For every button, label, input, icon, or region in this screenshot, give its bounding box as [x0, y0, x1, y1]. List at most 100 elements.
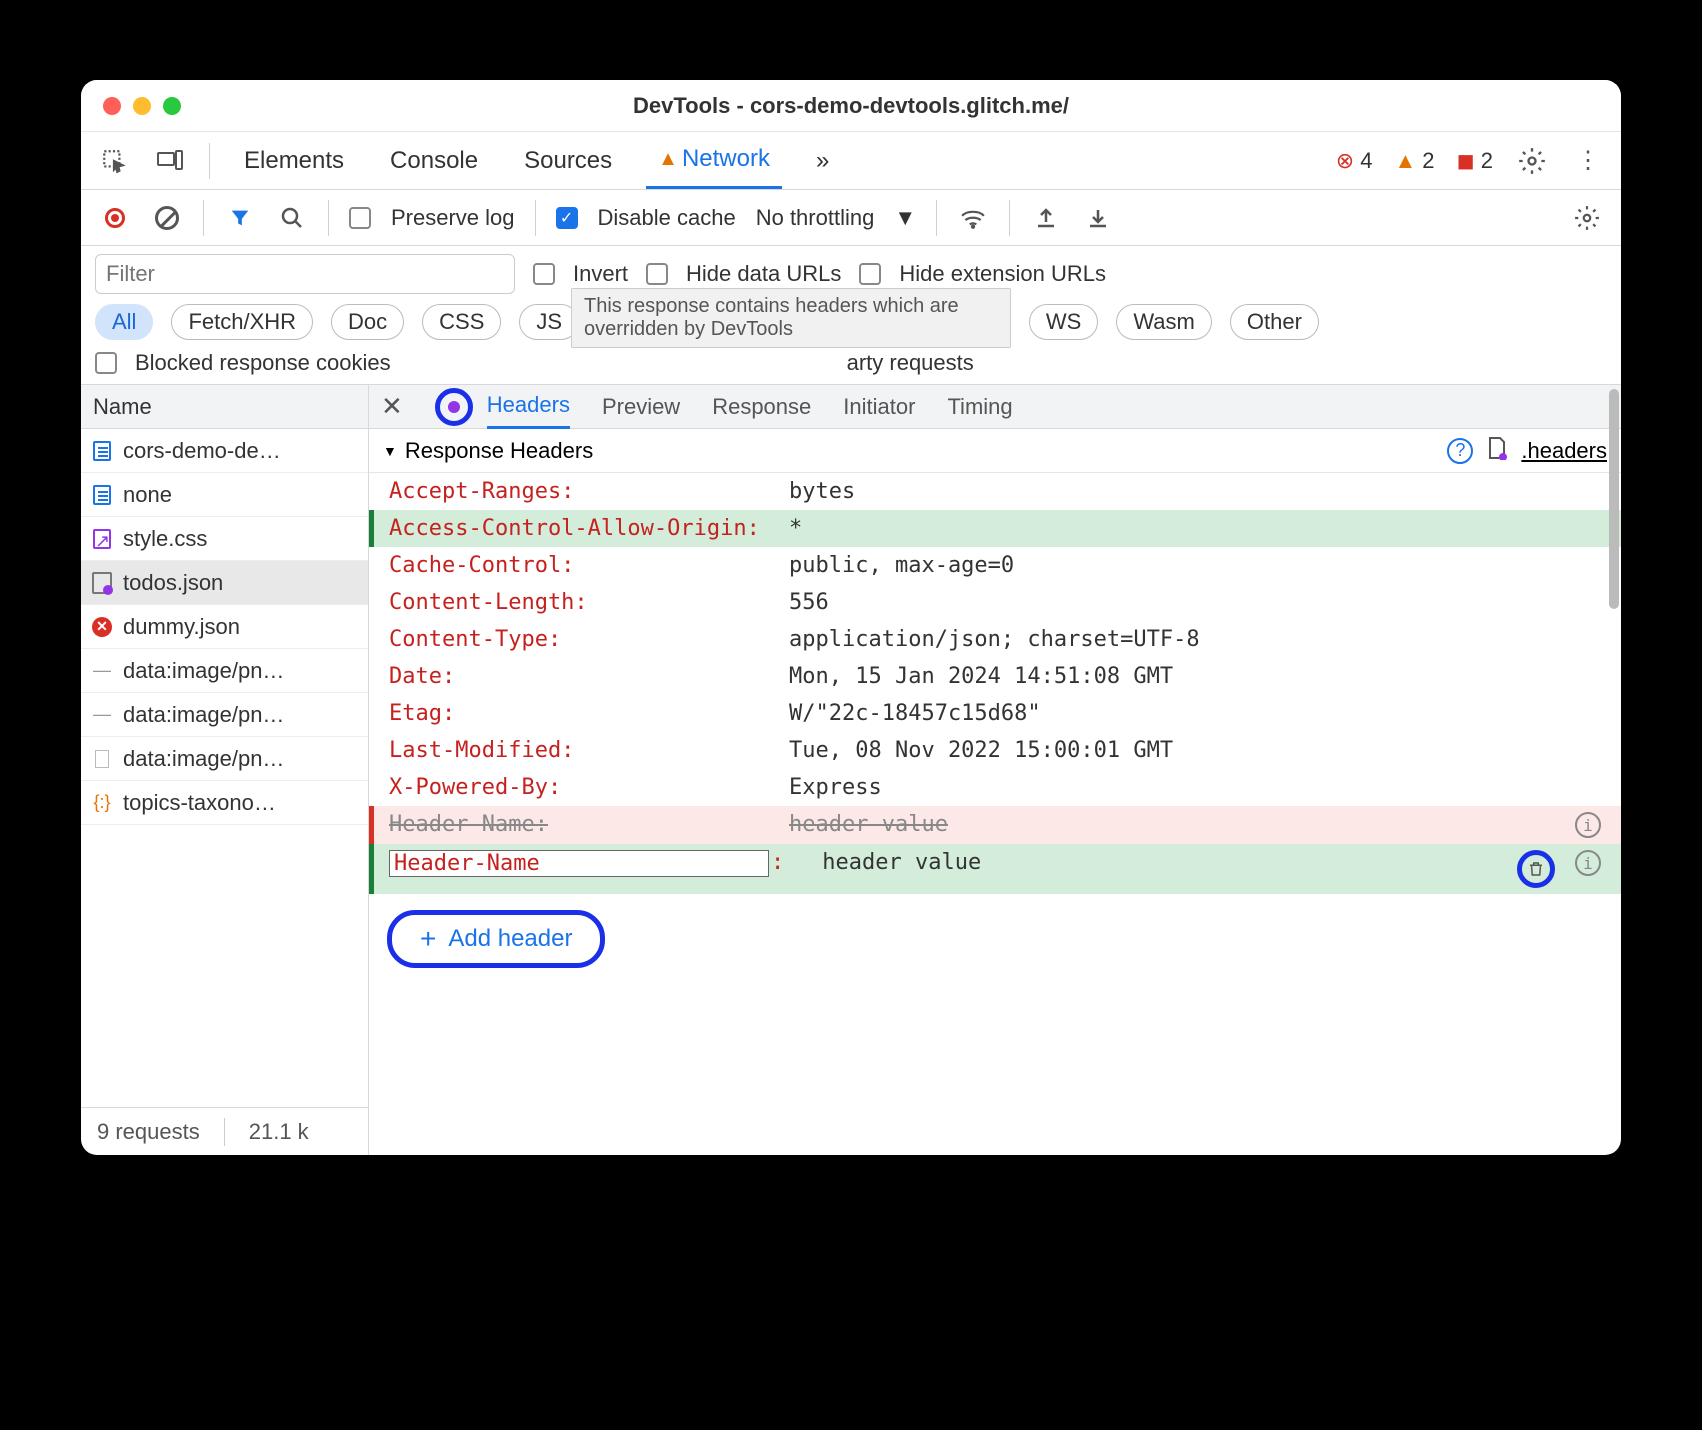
zoom-window-icon[interactable] — [163, 97, 181, 115]
issues-count[interactable]: ◼2 — [1456, 148, 1493, 174]
request-row[interactable]: —data:image/pn… — [81, 693, 368, 737]
tab-elements[interactable]: Elements — [232, 147, 356, 175]
header-value[interactable]: header value — [822, 850, 1493, 875]
filter-chip-all[interactable]: All — [95, 304, 153, 340]
filter-chip-ws[interactable]: WS — [1029, 304, 1098, 340]
filter-chip-css[interactable]: CSS — [422, 304, 501, 340]
request-name: none — [123, 482, 172, 508]
error-count[interactable]: ⊗4 — [1336, 148, 1373, 174]
hide-ext-checkbox[interactable] — [859, 263, 881, 285]
header-value: W/"22c-18457c15d68" — [789, 701, 1601, 726]
headers-file-link[interactable]: .headers — [1521, 438, 1607, 464]
filter-chip-other[interactable]: Other — [1230, 304, 1319, 340]
header-value: 556 — [789, 590, 1601, 615]
detail-pane: ✕ Headers Preview Response Initiator Tim… — [369, 385, 1621, 1155]
disable-cache-checkbox[interactable] — [556, 207, 578, 229]
request-name: dummy.json — [123, 614, 240, 640]
name-column-header[interactable]: Name — [81, 385, 368, 429]
upload-icon[interactable] — [1030, 202, 1062, 234]
request-row[interactable]: {:}topics-taxono… — [81, 781, 368, 825]
header-name: Etag: — [389, 701, 769, 726]
inspect-icon[interactable] — [97, 144, 131, 178]
header-value: public, max-age=0 — [789, 553, 1601, 578]
help-icon[interactable]: ? — [1447, 438, 1473, 464]
tab-response[interactable]: Response — [712, 385, 811, 429]
tab-more[interactable]: » — [804, 147, 841, 175]
headers-table: Accept-Ranges:bytes Access-Control-Allow-… — [369, 473, 1621, 894]
request-list: Name cors-demo-de… none ↗style.csstodos.js… — [81, 385, 369, 1155]
filter-chip-wasm[interactable]: Wasm — [1116, 304, 1212, 340]
transfer-size: 21.1 k — [249, 1119, 309, 1145]
header-name: Accept-Ranges: — [389, 479, 769, 504]
header-name: Cache-Control: — [389, 553, 769, 578]
request-row[interactable]: ✕dummy.json — [81, 605, 368, 649]
header-name: Access-Control-Allow-Origin: — [389, 516, 769, 541]
stylesheet-icon: ↗ — [91, 528, 113, 550]
request-row[interactable]: data:image/pn… — [81, 737, 368, 781]
header-name: X-Powered-By: — [389, 775, 769, 800]
request-row[interactable]: ↗style.css — [81, 517, 368, 561]
network-conditions-icon[interactable] — [957, 202, 989, 234]
hide-data-label: Hide data URLs — [686, 261, 841, 287]
chevron-down-icon[interactable]: ▼ — [894, 205, 916, 231]
request-row[interactable]: none — [81, 473, 368, 517]
preserve-log-checkbox[interactable] — [349, 207, 371, 229]
data-url-icon: — — [91, 660, 113, 682]
info-icon[interactable]: i — [1575, 812, 1601, 838]
warning-icon: ▲ — [1394, 148, 1416, 174]
override-tooltip: This response contains headers which are… — [571, 288, 1011, 348]
response-headers-section[interactable]: ▼ Response Headers ? .headers — [369, 429, 1621, 473]
header-value: application/json; charset=UTF-8 — [789, 627, 1601, 652]
clear-button[interactable] — [151, 202, 183, 234]
warning-count[interactable]: ▲2 — [1394, 148, 1434, 174]
tab-network[interactable]: ▲ Network — [646, 132, 782, 189]
invert-checkbox[interactable] — [533, 263, 555, 285]
device-icon[interactable] — [153, 144, 187, 178]
record-button[interactable] — [99, 202, 131, 234]
header-row: Accept-Ranges:bytes — [369, 473, 1621, 510]
minimize-window-icon[interactable] — [133, 97, 151, 115]
section-title: Response Headers — [405, 438, 593, 464]
settings-icon[interactable] — [1515, 144, 1549, 178]
headers-file-icon — [1487, 436, 1507, 466]
filter-chip-doc[interactable]: Doc — [331, 304, 404, 340]
search-icon[interactable] — [276, 202, 308, 234]
request-name: data:image/pn… — [123, 746, 284, 772]
filter-chip-fetchxhr[interactable]: Fetch/XHR — [171, 304, 313, 340]
scrollbar[interactable] — [1603, 385, 1619, 1155]
devtools-window: DevTools - cors-demo-devtools.glitch.me/… — [81, 80, 1621, 1155]
hide-data-checkbox[interactable] — [646, 263, 668, 285]
tab-headers[interactable]: Headers — [487, 385, 570, 429]
hide-ext-label: Hide extension URLs — [899, 261, 1106, 287]
tab-initiator[interactable]: Initiator — [843, 385, 915, 429]
info-icon[interactable]: i — [1575, 850, 1601, 876]
tab-sources[interactable]: Sources — [512, 147, 624, 175]
header-name[interactable]: Header-Name — [389, 850, 769, 877]
download-icon[interactable] — [1082, 202, 1114, 234]
tab-console[interactable]: Console — [378, 147, 490, 175]
panel-settings-icon[interactable] — [1571, 202, 1603, 234]
divider — [936, 200, 937, 236]
header-value: Mon, 15 Jan 2024 14:51:08 GMT — [789, 664, 1601, 689]
titlebar: DevTools - cors-demo-devtools.glitch.me/ — [81, 80, 1621, 132]
request-row[interactable]: cors-demo-de… — [81, 429, 368, 473]
add-header-button[interactable]: + Add header — [387, 910, 605, 968]
request-row[interactable]: todos.json — [81, 561, 368, 605]
request-name: cors-demo-de… — [123, 438, 281, 464]
close-window-icon[interactable] — [103, 97, 121, 115]
tab-preview[interactable]: Preview — [602, 385, 680, 429]
tab-timing[interactable]: Timing — [947, 385, 1012, 429]
header-value: * — [789, 516, 1601, 541]
header-row: Date:Mon, 15 Jan 2024 14:51:08 GMT — [369, 658, 1621, 695]
filter-icon[interactable] — [224, 202, 256, 234]
filter-input[interactable] — [95, 254, 515, 294]
header-value: Express — [789, 775, 1601, 800]
kebab-icon[interactable]: ⋮ — [1571, 144, 1605, 178]
header-name: Last-Modified: — [389, 738, 769, 763]
close-icon[interactable]: ✕ — [381, 391, 403, 422]
throttling-select[interactable]: No throttling — [756, 205, 875, 231]
request-row[interactable]: —data:image/pn… — [81, 649, 368, 693]
delete-header-icon[interactable] — [1517, 850, 1555, 888]
blocked-cookies-checkbox[interactable] — [95, 352, 117, 374]
header-row[interactable]: Header-Name:header valuei — [369, 844, 1621, 894]
